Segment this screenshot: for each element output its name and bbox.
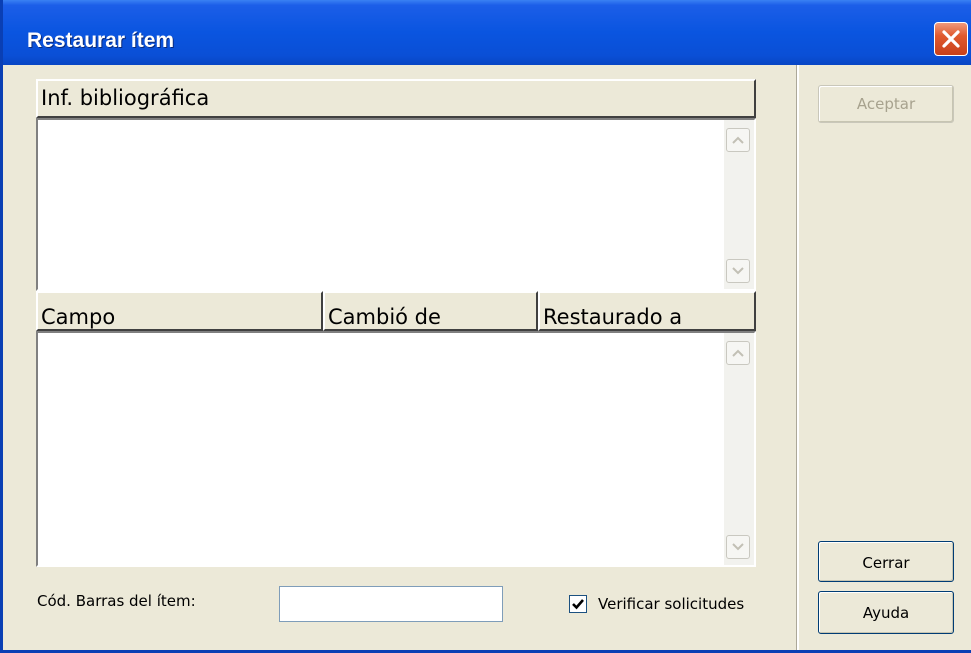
changes-scrollbar[interactable] (724, 333, 754, 565)
biblio-listbox[interactable] (36, 118, 756, 291)
chevron-down-icon (732, 543, 744, 551)
close-window-button[interactable] (934, 22, 968, 56)
verify-checkbox[interactable] (569, 595, 587, 613)
window-title: Restaurar ítem (27, 29, 175, 52)
column-header-restaurado-a[interactable]: Restaurado a (538, 291, 756, 331)
dialog-body: Inf. bibliográfica Campo Cambió de Resta… (6, 65, 971, 650)
column-header-campo[interactable]: Campo (36, 291, 323, 331)
changes-scroll-up-button[interactable] (726, 341, 750, 365)
biblio-scroll-up-button[interactable] (726, 128, 750, 152)
chevron-up-icon (732, 136, 744, 144)
column-header-cambio-de[interactable]: Cambió de (323, 291, 538, 331)
biblio-scrollbar[interactable] (724, 120, 754, 289)
chevron-down-icon (732, 267, 744, 275)
restaurar-item-dialog: Restaurar ítem Inf. bibliográfica Campo … (0, 0, 971, 653)
close-button[interactable]: Cerrar (818, 541, 954, 582)
biblio-scroll-down-button[interactable] (726, 259, 750, 283)
verify-label[interactable]: Verificar solicitudes (598, 595, 744, 613)
help-button-label: Ayuda (862, 604, 910, 622)
accept-button[interactable]: Aceptar (818, 85, 954, 123)
chevron-up-icon (732, 349, 744, 357)
close-icon (942, 30, 960, 48)
close-button-label: Cerrar (862, 554, 910, 572)
accept-button-label: Aceptar (856, 95, 916, 113)
title-bar: Restaurar ítem (3, 0, 971, 65)
changes-listbox[interactable] (36, 331, 756, 567)
check-icon (572, 599, 584, 610)
changes-scroll-down-button[interactable] (726, 535, 750, 559)
barcode-input[interactable] (279, 586, 503, 622)
vertical-divider (796, 65, 799, 650)
barcode-label: Cód. Barras del ítem: (37, 592, 196, 610)
help-button[interactable]: Ayuda (818, 591, 954, 634)
biblio-header: Inf. bibliográfica (36, 79, 756, 118)
